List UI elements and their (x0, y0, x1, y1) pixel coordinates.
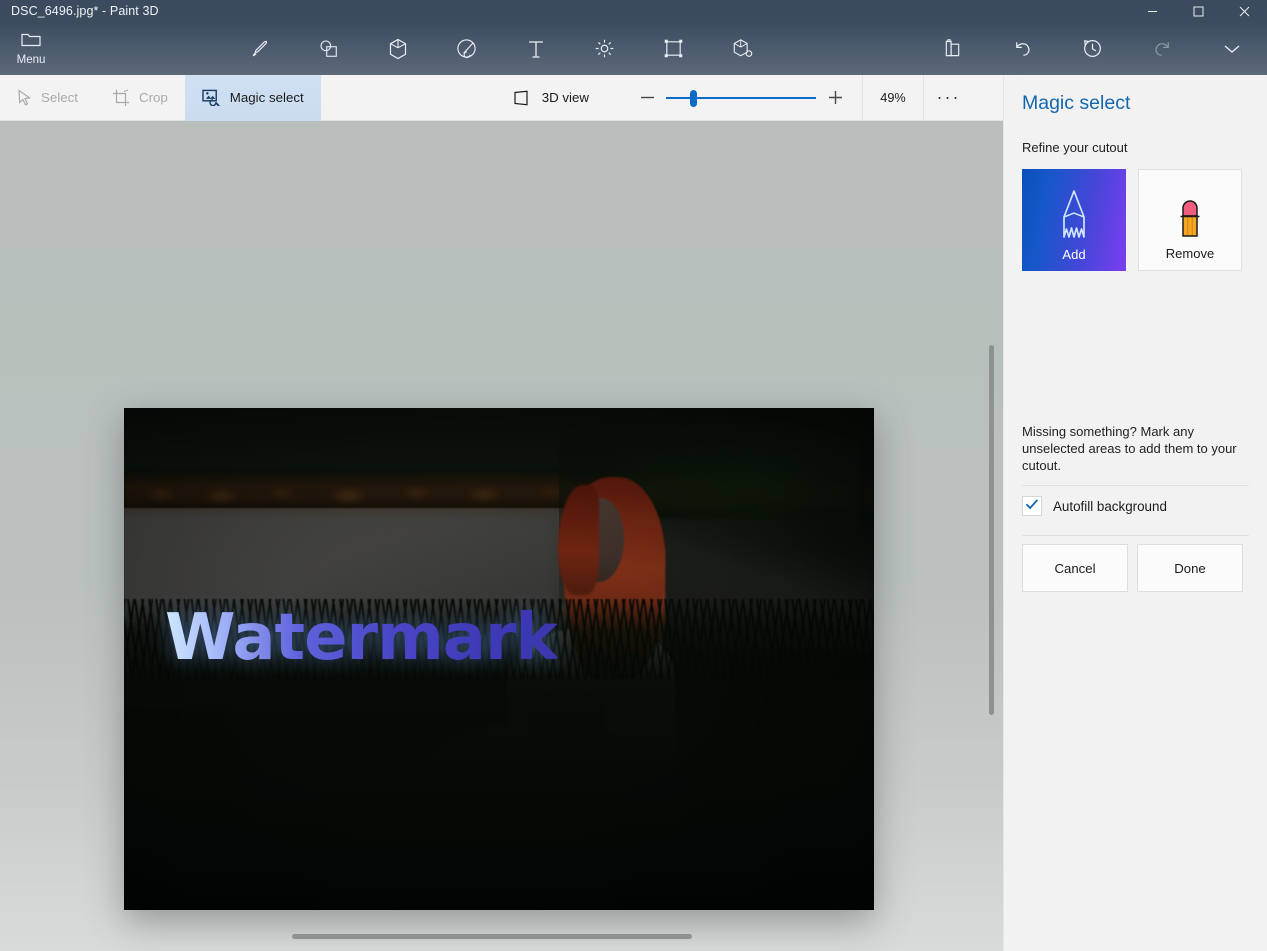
done-button[interactable]: Done (1137, 544, 1243, 592)
zoom-slider[interactable] (666, 75, 816, 121)
text-icon[interactable] (501, 22, 570, 75)
panel-help-text: Missing something? Mark any unselected a… (1022, 424, 1237, 474)
redo-icon[interactable] (1127, 22, 1197, 75)
3d-library-icon[interactable] (708, 22, 777, 75)
window-controls (1129, 0, 1267, 22)
image-canvas[interactable]: Watermark (124, 408, 874, 910)
vertical-scrollbar[interactable] (989, 345, 994, 715)
stickers-icon[interactable] (432, 22, 501, 75)
canvas-workspace[interactable]: Watermark (0, 121, 1003, 951)
crop-icon (112, 88, 130, 107)
crop-tool-label: Crop (138, 90, 168, 105)
select-tool-button[interactable]: Select (0, 75, 95, 121)
menu-label: Menu (16, 54, 46, 66)
maximize-button[interactable] (1175, 0, 1221, 22)
add-button[interactable]: Add (1022, 169, 1126, 271)
eraser-icon (1139, 188, 1241, 244)
ribbon-right-group (917, 22, 1267, 75)
panel-subtitle: Refine your cutout (1022, 140, 1128, 155)
remove-button-label: Remove (1165, 246, 1215, 261)
ribbon-bar: Menu (0, 22, 1267, 75)
cancel-button[interactable]: Cancel (1022, 544, 1128, 592)
remove-button[interactable]: Remove (1138, 169, 1242, 271)
watermark-text: Watermark (165, 601, 558, 675)
3d-view-button[interactable]: 3D view (496, 75, 606, 121)
minimize-button[interactable] (1129, 0, 1175, 22)
zoom-slider-track (666, 96, 816, 99)
magic-select-tool-button[interactable]: Magic select (184, 74, 321, 121)
zoom-slider-thumb[interactable] (690, 89, 697, 107)
magic-select-panel: Magic select Refine your cutout Add Remo… (1003, 75, 1267, 951)
autofill-label: Autofill background (1053, 498, 1167, 514)
sub-toolbar: Select Crop Magic select 3D view 49% ··· (0, 74, 1003, 121)
2d-shapes-icon[interactable] (294, 22, 363, 75)
magic-select-tool-label: Magic select (229, 90, 304, 105)
panel-action-buttons: Cancel Done (1022, 544, 1243, 592)
pencil-icon (1022, 187, 1126, 243)
autofill-checkbox[interactable] (1022, 496, 1042, 516)
panel-divider-top (1022, 485, 1249, 486)
paste-icon[interactable] (917, 22, 987, 75)
select-tool-label: Select (41, 90, 78, 105)
check-icon (1025, 497, 1039, 515)
canvas-icon[interactable] (639, 22, 708, 75)
art-tools-icon[interactable] (225, 22, 294, 75)
zoom-percent-label[interactable]: 49% (862, 74, 924, 121)
3d-view-label: 3D view (541, 90, 589, 105)
close-button[interactable] (1221, 0, 1267, 22)
history-icon[interactable] (1057, 22, 1127, 75)
ribbon-tool-group (225, 22, 777, 75)
panel-title: Magic select (1022, 92, 1131, 114)
effects-icon[interactable] (570, 22, 639, 75)
autofill-background-row[interactable]: Autofill background (1022, 496, 1167, 516)
more-options-button[interactable]: ··· (924, 75, 973, 121)
menu-button[interactable]: Menu (8, 24, 54, 73)
zoom-in-button[interactable] (816, 75, 854, 121)
paint3d-window: DSC_6496.jpg* - Paint 3D Menu Select Cro… (0, 0, 1267, 951)
photo-content: Watermark (124, 408, 874, 910)
horizontal-scrollbar[interactable] (292, 934, 692, 939)
magic-select-icon (202, 89, 221, 106)
title-bar: DSC_6496.jpg* - Paint 3D (0, 0, 1267, 22)
zoom-controls (628, 75, 854, 121)
cursor-icon (17, 89, 32, 106)
window-title: DSC_6496.jpg* - Paint 3D (11, 4, 159, 18)
add-button-label: Add (1062, 247, 1086, 262)
folder-icon (21, 31, 41, 52)
refine-buttons-row: Add Remove (1022, 169, 1249, 271)
3d-view-icon (513, 90, 533, 106)
undo-icon[interactable] (987, 22, 1057, 75)
panel-divider-bottom (1022, 535, 1249, 536)
crop-tool-button[interactable]: Crop (95, 75, 185, 121)
zoom-out-button[interactable] (628, 75, 666, 121)
3d-shapes-icon[interactable] (363, 22, 432, 75)
chevron-down-icon[interactable] (1197, 22, 1267, 75)
